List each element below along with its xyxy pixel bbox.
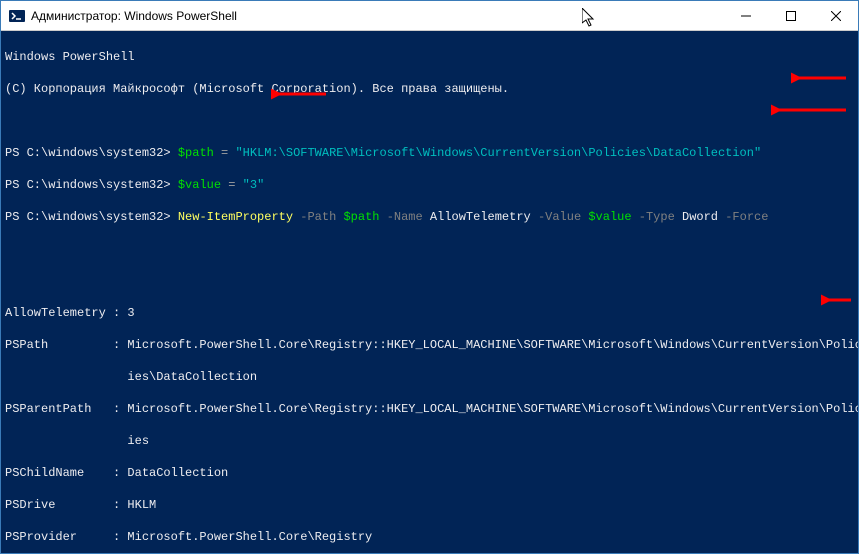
- header-line: Windows PowerShell: [5, 49, 854, 65]
- command-line: PS C:\windows\system32> $path = "HKLM:\S…: [5, 145, 854, 161]
- output-line: PSChildName : DataCollection: [5, 465, 854, 481]
- output-line: ies\DataCollection: [5, 369, 854, 385]
- window-controls: [723, 1, 858, 30]
- command-line: PS C:\windows\system32> New-ItemProperty…: [5, 209, 854, 225]
- window-title: Администратор: Windows PowerShell: [31, 9, 237, 23]
- close-button[interactable]: [813, 1, 858, 30]
- output-line: PSParentPath : Microsoft.PowerShell.Core…: [5, 401, 854, 417]
- minimize-button[interactable]: [723, 1, 768, 30]
- output-line: ies: [5, 433, 854, 449]
- output-line: PSDrive : HKLM: [5, 497, 854, 513]
- command-line: PS C:\windows\system32> $value = "3": [5, 177, 854, 193]
- powershell-window: Администратор: Windows PowerShell Window…: [0, 0, 859, 554]
- maximize-button[interactable]: [768, 1, 813, 30]
- output-line: PSProvider : Microsoft.PowerShell.Core\R…: [5, 529, 854, 545]
- terminal-area[interactable]: Windows PowerShell (C) Корпорация Майкро…: [1, 31, 858, 553]
- header-line: (C) Корпорация Майкрософт (Microsoft Cor…: [5, 81, 854, 97]
- powershell-icon: [9, 8, 25, 24]
- output-line: AllowTelemetry : 3: [5, 305, 854, 321]
- titlebar[interactable]: Администратор: Windows PowerShell: [1, 1, 858, 31]
- output-line: PSPath : Microsoft.PowerShell.Core\Regis…: [5, 337, 854, 353]
